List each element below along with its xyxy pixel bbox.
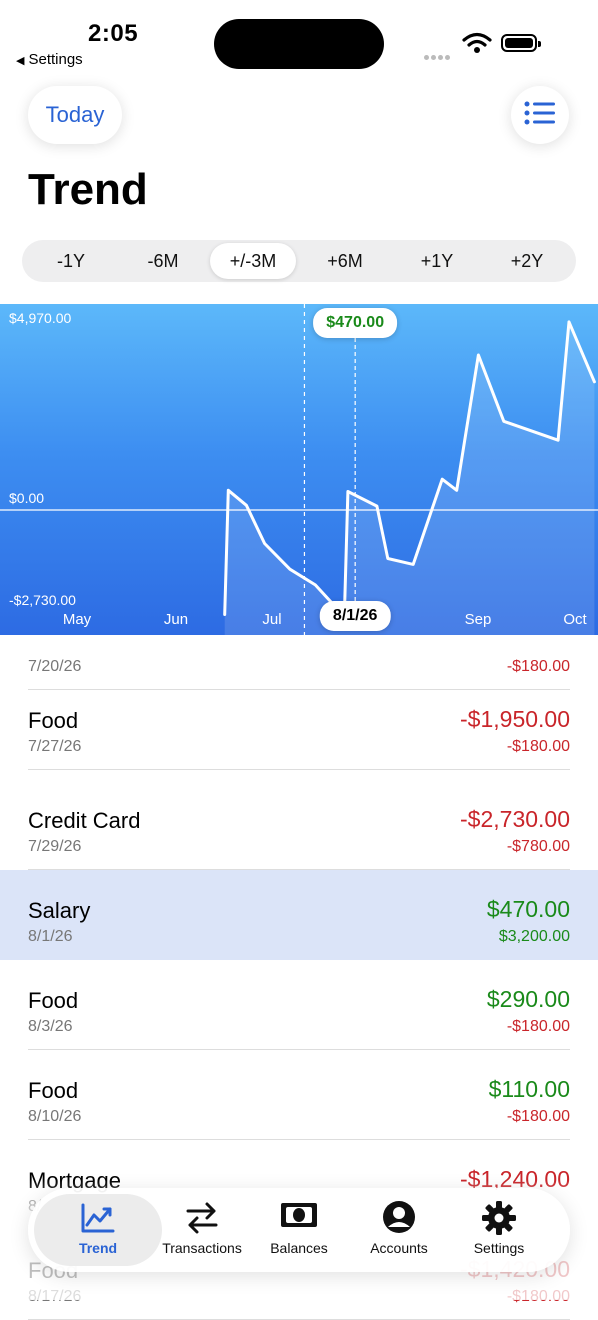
series-point-10 — [387, 557, 389, 559]
series-point-4 — [289, 568, 291, 570]
transaction-row[interactable]: 7/20/26 -$180.00 — [0, 600, 598, 690]
transaction-row[interactable]: Credit Card 7/29/26 -$2,730.00 -$780.00 — [0, 780, 598, 870]
tab-bar: TrendTransactionsBalances Accounts Setting… — [28, 1188, 570, 1272]
series-point-3 — [263, 542, 265, 544]
status-bar: 2:05 ◀ Settings — [0, 0, 598, 80]
series-point-18 — [593, 381, 595, 383]
gear-icon — [481, 1200, 517, 1239]
transaction-name: Credit Card — [28, 808, 140, 834]
series-point-13 — [456, 489, 458, 491]
back-to-settings[interactable]: ◀ Settings — [16, 51, 83, 68]
range-option-2[interactable]: +/-3M — [210, 243, 296, 279]
range-segmented-control: -1Y -6M+/-3M+6M+1Y+2Y — [22, 240, 576, 282]
signal-icon — [424, 47, 452, 65]
tab-transactions[interactable]: Transactions — [154, 1188, 250, 1272]
transaction-row[interactable]: Food 8/10/26 $110.00 -$180.00 — [0, 1050, 598, 1140]
series-point-2 — [245, 504, 247, 506]
transaction-date: 7/27/26 — [28, 738, 81, 756]
series-point-8 — [347, 490, 349, 492]
running-balance: -$2,730.00 — [460, 806, 570, 833]
range-option-3[interactable]: +6M — [302, 243, 388, 279]
transaction-date: 8/1/26 — [28, 928, 72, 946]
transaction-amount: -$180.00 — [507, 1018, 570, 1036]
range-option-4[interactable]: +1Y — [394, 243, 480, 279]
range-option-1[interactable]: -6M — [122, 243, 204, 279]
series-point-14 — [477, 354, 479, 356]
tab-settings[interactable]: Settings — [454, 1188, 544, 1272]
transaction-amount: -$780.00 — [507, 838, 570, 856]
series-point-1 — [227, 489, 229, 491]
today-button[interactable]: Today — [28, 86, 122, 144]
transaction-date: 8/3/26 — [28, 1018, 72, 1036]
tab-label: Trend — [34, 1240, 162, 1256]
running-balance: -$1,950.00 — [460, 706, 570, 733]
running-balance: $470.00 — [487, 896, 570, 923]
trend-chart-svg — [0, 304, 598, 635]
tab-label: Settings — [454, 1240, 544, 1256]
person-circle-icon — [382, 1200, 416, 1237]
list-icon — [524, 100, 556, 131]
transaction-name: Food — [28, 988, 78, 1014]
tab-label: Transactions — [154, 1240, 250, 1256]
series-point-16 — [557, 439, 559, 441]
running-balance: $110.00 — [489, 1076, 570, 1103]
series-point-17 — [568, 321, 570, 323]
transaction-name: Food — [28, 708, 78, 734]
dynamic-island — [214, 19, 384, 69]
running-balance: $290.00 — [487, 986, 570, 1013]
range-option-0[interactable]: -1Y — [30, 243, 112, 279]
trend-chart-icon — [80, 1202, 116, 1237]
banknote-icon — [279, 1200, 319, 1233]
series-point-11 — [412, 563, 414, 565]
wifi-icon — [462, 32, 492, 59]
tab-label: Accounts — [354, 1240, 444, 1256]
row-divider — [28, 769, 570, 770]
transaction-amount: -$180.00 — [507, 738, 570, 756]
transaction-date: 7/29/26 — [28, 838, 81, 856]
status-time: 2:05 — [88, 20, 138, 48]
range-option-5[interactable]: +2Y — [486, 243, 568, 279]
back-label: Settings — [28, 51, 82, 68]
transaction-date: 8/10/26 — [28, 1108, 81, 1126]
tab-label: Balances — [254, 1240, 344, 1256]
series-point-5 — [314, 584, 316, 586]
transaction-name: Food — [28, 1078, 78, 1104]
tab-trend[interactable]: Trend — [34, 1194, 162, 1266]
transaction-row[interactable]: Food 8/3/26 $290.00 -$180.00 — [0, 960, 598, 1050]
series-point-15 — [503, 420, 505, 422]
swap-arrows-icon — [184, 1200, 220, 1239]
transaction-row[interactable]: Salary 8/1/26 $470.00 $3,200.00 — [0, 870, 598, 960]
back-triangle-icon: ◀ — [16, 55, 24, 67]
tab-balances[interactable]: Balances — [254, 1188, 344, 1272]
series-area — [225, 322, 595, 635]
transaction-amount: -$180.00 — [507, 658, 570, 676]
trend-chart[interactable]: $4,970.00$0.00-$2,730.00MayJunJulSepOct$… — [0, 304, 598, 635]
transaction-date: 7/20/26 — [28, 658, 81, 676]
battery-icon — [501, 34, 537, 52]
transaction-amount: -$180.00 — [507, 1108, 570, 1126]
series-point-12 — [441, 478, 443, 480]
transaction-name: Salary — [28, 898, 90, 924]
list-button[interactable] — [511, 86, 569, 144]
series-point-9 — [376, 505, 378, 507]
selected-value-label: $470.00 — [313, 308, 397, 338]
y-tick-label-1: $0.00 — [9, 490, 44, 506]
transaction-amount: $3,200.00 — [499, 928, 570, 946]
transaction-row[interactable]: Food 7/27/26 -$1,950.00 -$180.00 — [0, 680, 598, 770]
y-tick-label-0: $4,970.00 — [9, 310, 71, 326]
tab-accounts[interactable]: Accounts — [354, 1188, 444, 1272]
page-title: Trend — [28, 164, 148, 216]
